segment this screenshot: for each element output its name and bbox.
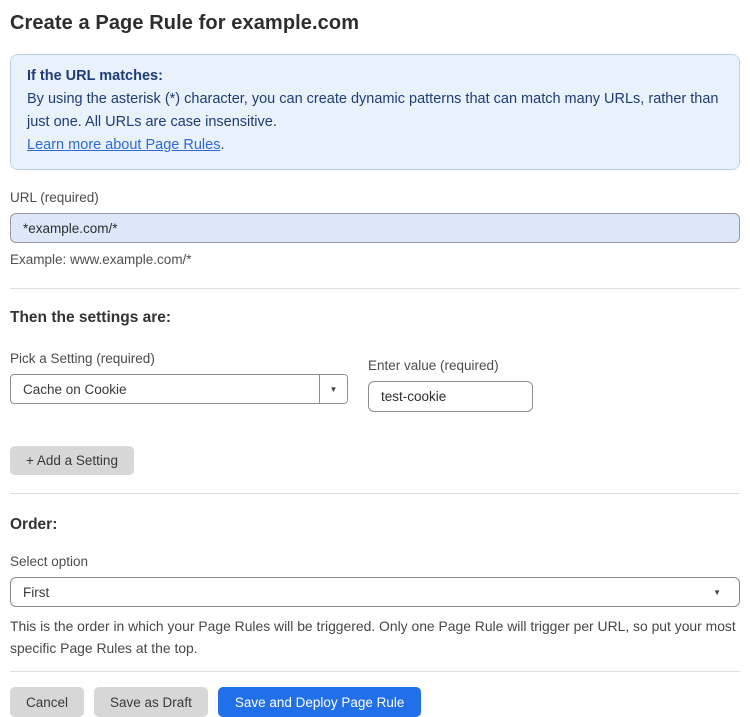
setting-label: Pick a Setting (required) — [10, 351, 155, 366]
footer-buttons: Cancel Save as Draft Save and Deploy Pag… — [10, 687, 740, 717]
learn-more-link[interactable]: Learn more about Page Rules — [27, 137, 220, 153]
cancel-button[interactable]: Cancel — [10, 687, 85, 717]
settings-heading: Then the settings are: — [10, 309, 172, 326]
divider — [10, 493, 740, 494]
settings-row: Pick a Setting (required) Cache on Cooki… — [10, 351, 740, 412]
setting-select[interactable]: Cache on Cookie ▼ — [10, 374, 348, 404]
save-draft-button[interactable]: Save as Draft — [94, 687, 208, 717]
divider — [10, 288, 740, 289]
info-box-body: By using the asterisk (*) character, you… — [27, 91, 719, 130]
order-select-value: First — [23, 584, 50, 600]
chevron-down-icon: ▼ — [713, 587, 721, 597]
url-input[interactable] — [10, 213, 740, 243]
setting-value-input[interactable] — [368, 381, 533, 412]
url-label: URL (required) — [10, 190, 99, 205]
link-period: . — [220, 137, 225, 153]
value-label: Enter value (required) — [368, 358, 499, 373]
page-title: Create a Page Rule for example.com — [10, 12, 360, 34]
order-heading: Order: — [10, 516, 58, 533]
order-helper-text: This is the order in which your Page Rul… — [10, 618, 736, 656]
setting-column: Pick a Setting (required) Cache on Cooki… — [10, 351, 348, 404]
setting-select-value: Cache on Cookie — [23, 381, 127, 397]
chevron-down-icon[interactable]: ▼ — [319, 375, 347, 403]
url-helper-text: Example: www.example.com/* — [10, 252, 192, 267]
order-select[interactable]: First ▼ — [10, 577, 740, 607]
order-select-label: Select option — [10, 554, 89, 569]
value-column: Enter value (required) — [368, 351, 533, 412]
info-box-heading: If the URL matches: — [27, 68, 163, 84]
url-match-info-box: If the URL matches: By using the asteris… — [10, 54, 740, 170]
add-setting-button[interactable]: + Add a Setting — [10, 446, 134, 475]
divider — [10, 671, 740, 672]
info-box-link-line: Learn more about Page Rules. — [27, 134, 723, 157]
page-rule-form: Create a Page Rule for example.com If th… — [0, 0, 750, 717]
save-deploy-button[interactable]: Save and Deploy Page Rule — [217, 687, 422, 717]
